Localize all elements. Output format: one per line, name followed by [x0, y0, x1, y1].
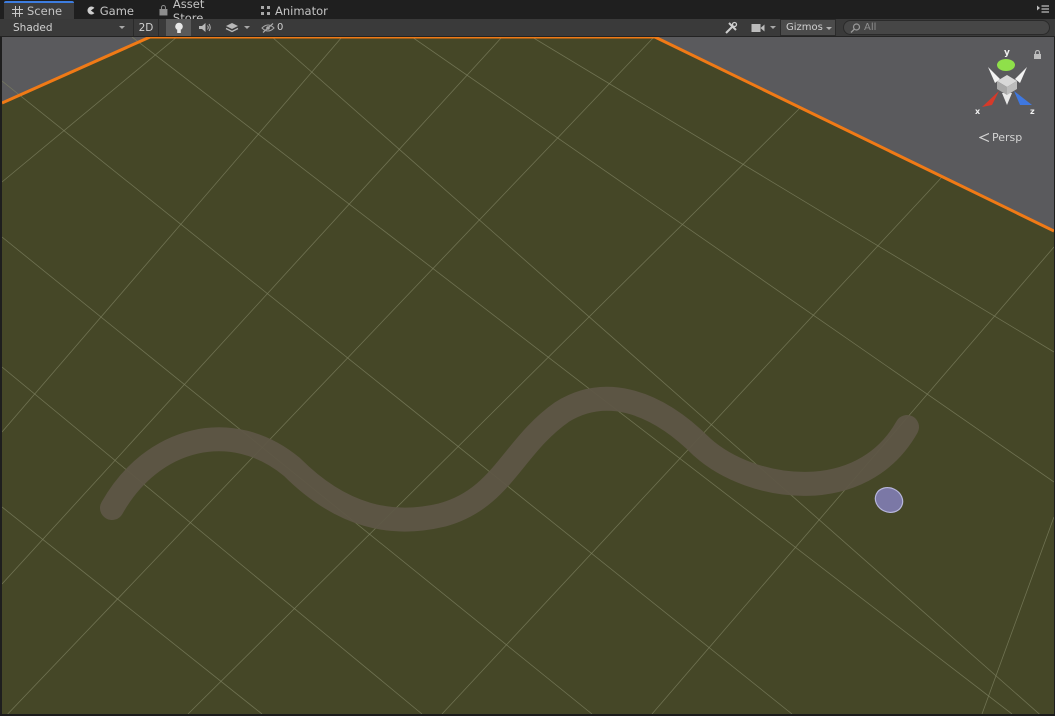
eye-slash-icon [261, 22, 275, 33]
hidden-objects-count: 0 [277, 22, 284, 33]
camera-icon [751, 23, 765, 32]
tab-game-label: Game [99, 3, 134, 18]
2d-mode-button[interactable]: 2D [133, 19, 159, 36]
2d-mode-label: 2D [138, 21, 154, 34]
animator-icon [261, 6, 270, 15]
scene-canvas[interactable] [2, 37, 1054, 714]
lock-icon[interactable] [1033, 50, 1042, 59]
gizmos-label: Gizmos [786, 22, 823, 33]
tab-scene[interactable]: Scene [4, 1, 74, 19]
draw-mode-dropdown[interactable]: Shaded [8, 19, 128, 36]
tab-bar: Scene Game Asset Store Animator [0, 0, 1055, 25]
scene-audio-button[interactable] [193, 19, 217, 36]
scene-lighting-button[interactable] [166, 19, 191, 36]
tab-scene-label: Scene [27, 4, 63, 18]
projection-label: Persp [992, 130, 1023, 144]
tab-asset-store[interactable]: Asset Store [150, 0, 246, 25]
projection-toggle[interactable]: Persp [979, 130, 1022, 144]
perspective-icon [979, 132, 989, 142]
axis-z-label: z [1030, 107, 1035, 116]
scene-effects-button[interactable] [220, 19, 254, 36]
scene-toolbar: Shaded 2D 0 Gizmos All [0, 19, 1055, 37]
ground-plane [2, 37, 1054, 714]
scene-tools-button[interactable] [721, 19, 741, 36]
panel-menu-icon[interactable] [1037, 4, 1049, 14]
tab-animator[interactable]: Animator [252, 2, 336, 19]
axis-x-label: x [975, 107, 981, 116]
search-icon [850, 22, 861, 33]
shopping-bag-icon [159, 5, 168, 16]
draw-mode-value: Shaded [13, 21, 53, 34]
tab-animator-label: Animator [275, 3, 328, 18]
hidden-objects-toggle[interactable]: 0 [258, 19, 288, 36]
scene-search-field[interactable] [843, 20, 1050, 35]
dropdown-arrow-icon [119, 26, 125, 29]
dropdown-arrow-icon [770, 26, 776, 29]
tab-game[interactable]: Game [78, 2, 142, 19]
gizmos-dropdown[interactable]: Gizmos [780, 19, 836, 36]
dropdown-arrow-icon [826, 27, 832, 30]
effects-layers-icon [225, 22, 238, 32]
tools-icon [725, 21, 738, 34]
pacman-icon [87, 6, 95, 15]
axis-z-cone[interactable] [1014, 91, 1032, 105]
scene-grid-icon [12, 5, 23, 17]
scene-viewport[interactable]: y x z Persp [2, 37, 1054, 714]
lightbulb-icon [174, 22, 183, 33]
search-input[interactable] [864, 22, 1034, 33]
axis-x-cone[interactable] [982, 91, 999, 107]
axis-y-cone[interactable] [997, 59, 1015, 71]
camera-settings-button[interactable] [748, 19, 778, 36]
axis-y-label: y [1004, 48, 1010, 58]
dropdown-arrow-icon [243, 26, 250, 29]
speaker-icon [199, 23, 211, 32]
